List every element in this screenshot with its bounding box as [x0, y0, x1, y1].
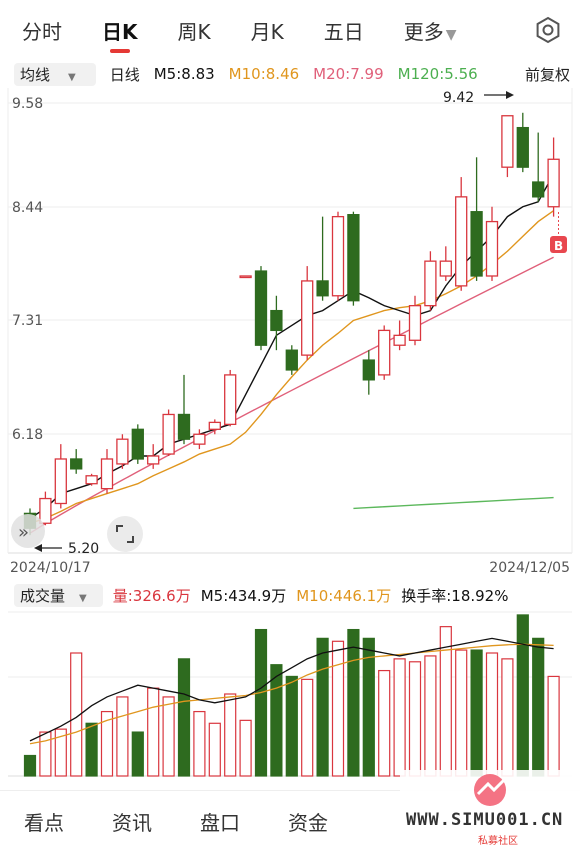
volume-bar	[378, 669, 391, 777]
volume-bar	[516, 614, 529, 777]
volume-select[interactable]: 成交量 ▼	[14, 583, 103, 607]
nav-order-book[interactable]: 盘口	[200, 807, 240, 836]
buy-marker-label: B	[554, 239, 563, 253]
candle	[39, 497, 52, 524]
arrow-right-icon	[506, 91, 514, 99]
candle	[501, 115, 514, 168]
candle	[224, 374, 237, 426]
candle	[147, 455, 160, 465]
volume-bar	[470, 649, 483, 777]
candle	[547, 158, 560, 208]
date-end: 2024/12/05	[489, 560, 570, 576]
candle	[70, 458, 83, 470]
candle	[100, 458, 114, 490]
date-start: 2024/10/17	[10, 560, 91, 576]
candle	[301, 280, 314, 356]
volume-bar	[285, 675, 298, 777]
volume-bar	[147, 687, 160, 777]
volume-bar	[239, 719, 252, 777]
volume-bar	[331, 640, 345, 777]
low-price-label: 5.20	[68, 541, 99, 557]
volume-bar	[362, 637, 375, 777]
price-tick: 7.31	[12, 313, 43, 329]
candle	[254, 270, 268, 346]
candle	[208, 421, 221, 430]
candle	[331, 215, 345, 297]
price-tick: 8.44	[12, 200, 43, 216]
volume-bar	[316, 637, 329, 777]
candle	[116, 438, 129, 465]
candle	[162, 413, 175, 455]
volume-bar	[254, 628, 268, 777]
nav-news[interactable]: 资讯	[112, 807, 152, 836]
volume-bar	[408, 661, 422, 777]
volume-bar	[85, 722, 98, 777]
candle	[516, 126, 529, 168]
watermark-site: WWW.SIMU001.CN	[406, 810, 564, 830]
price-tick: 9.58	[12, 96, 43, 112]
turnover-label: 换手率:18.92%	[401, 585, 518, 606]
high-price-label: 9.42	[443, 90, 474, 106]
caret-down-icon: ▼	[79, 592, 87, 604]
volume-bar	[177, 658, 191, 777]
volume-bar	[485, 652, 499, 777]
candle	[131, 428, 144, 460]
candle	[54, 458, 67, 505]
volume-bar	[501, 658, 514, 777]
volume-bar	[224, 693, 237, 777]
watermark-subtitle: 私募社区	[478, 836, 518, 847]
candle	[85, 475, 98, 485]
volume-bar	[270, 664, 283, 777]
watermark: WWW.SIMU001.CN 私募社区	[400, 770, 580, 851]
candle	[362, 359, 375, 381]
volume-bars	[23, 614, 560, 777]
candle	[408, 305, 422, 341]
volume-bar	[193, 710, 206, 777]
fullscreen-button[interactable]	[107, 516, 143, 552]
volume-bar	[131, 731, 144, 777]
volume-ma10: M10:446.1万	[296, 586, 392, 605]
volume-select-label: 成交量	[20, 586, 66, 605]
volume-ma5: M5:434.9万	[200, 586, 287, 605]
volume-bar	[424, 655, 437, 777]
candle	[439, 260, 452, 277]
volume-bar	[347, 628, 360, 777]
candle	[532, 181, 545, 198]
nav-highlights[interactable]: 看点	[24, 807, 64, 836]
volume-bar	[162, 696, 175, 777]
candle	[424, 260, 437, 307]
candle	[316, 280, 329, 297]
ma120-line	[353, 496, 554, 510]
price-tick: 6.18	[12, 427, 43, 443]
candle	[193, 433, 206, 445]
volume-bar	[301, 678, 314, 777]
volume-bar	[208, 722, 221, 777]
volume-bar	[532, 637, 545, 777]
turnover-value: 换手率:18.92%	[401, 586, 509, 605]
candle	[270, 309, 283, 332]
volume-bar	[455, 649, 468, 777]
candle	[347, 214, 360, 302]
volume-value: 量:326.6万	[112, 586, 191, 605]
volume-bar	[439, 626, 452, 777]
candle	[285, 349, 298, 371]
candle	[177, 413, 191, 440]
volume-bar	[116, 696, 129, 777]
candle	[455, 196, 468, 287]
double-chevron-left-icon: »	[18, 522, 29, 543]
volume-bar	[23, 754, 37, 777]
volume-bar	[393, 658, 406, 777]
candle	[393, 334, 406, 346]
nav-capital-flow[interactable]: 资金	[288, 807, 328, 836]
volume-bar	[39, 731, 52, 777]
ma20-line	[29, 256, 554, 534]
candle	[378, 329, 391, 376]
volume-legend: 成交量 ▼ 量:326.6万 M5:434.9万 M10:446.1万 换手率:1…	[0, 581, 580, 609]
candle	[485, 220, 499, 277]
volume-bar	[547, 675, 560, 777]
candle	[239, 275, 252, 279]
candle	[470, 211, 483, 277]
kline-chart[interactable]: 9.58 8.44 7.31 6.18 9.42 5.20 B »	[0, 0, 580, 790]
candlesticks	[23, 112, 560, 536]
